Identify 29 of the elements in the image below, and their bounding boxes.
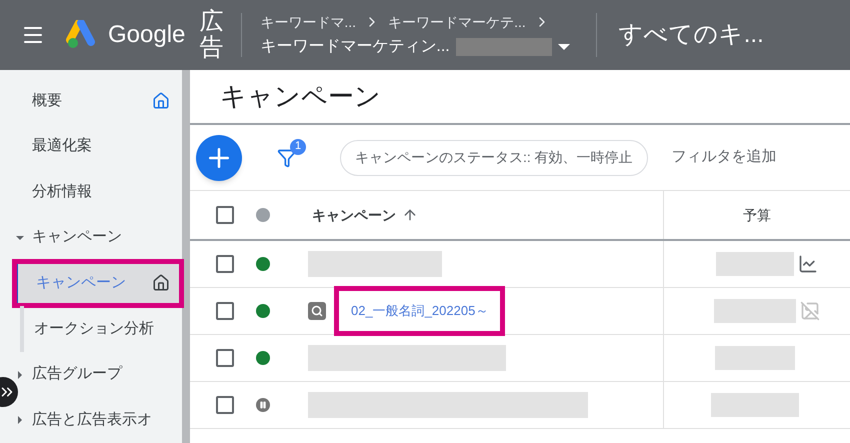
- sidebar-item[interactable]: 広告と広告表示オ: [0, 397, 182, 443]
- checkbox[interactable]: [216, 255, 234, 273]
- filter-count-badge: 1: [290, 138, 306, 154]
- add-filter-button[interactable]: フィルタを追加: [672, 146, 777, 169]
- sidebar-item[interactable]: オークション分析: [24, 306, 182, 352]
- campaign-link[interactable]: 02_一般名詞_202205～: [351, 303, 488, 318]
- sidebar-item[interactable]: キャンペーン: [0, 214, 182, 260]
- checkbox[interactable]: [216, 396, 234, 414]
- filter-chip[interactable]: キャンペーンのステータス:: 有効、一時停止: [340, 140, 648, 176]
- product-suffix: 広告: [199, 8, 224, 62]
- account-name[interactable]: キーワードマーケティン...: [260, 34, 450, 58]
- page-title: キャンペーン: [220, 80, 381, 113]
- breadcrumb-link[interactable]: キーワードマーケテ...: [388, 12, 526, 32]
- sidebar-item[interactable]: 広告グループ: [0, 352, 182, 398]
- chart-icon[interactable]: [798, 254, 818, 274]
- checkbox[interactable]: [216, 349, 234, 367]
- sidebar-item[interactable]: 概要: [0, 78, 182, 124]
- view-title[interactable]: すべてのキ...: [618, 17, 764, 53]
- product-name: Google: [108, 20, 186, 50]
- checkbox[interactable]: [216, 302, 234, 320]
- sidebar-item[interactable]: 分析情報: [0, 169, 182, 215]
- breadcrumb-link[interactable]: キーワードマ...: [260, 12, 356, 32]
- filter-icon[interactable]: [277, 148, 297, 168]
- checkbox[interactable]: [216, 206, 234, 224]
- column-header[interactable]: キャンペーン: [312, 204, 396, 226]
- sidebar-item[interactable]: 最適化案: [0, 124, 182, 170]
- add-button[interactable]: [196, 134, 242, 180]
- column-header[interactable]: 予算: [743, 204, 771, 226]
- caret-icon[interactable]: [558, 42, 570, 50]
